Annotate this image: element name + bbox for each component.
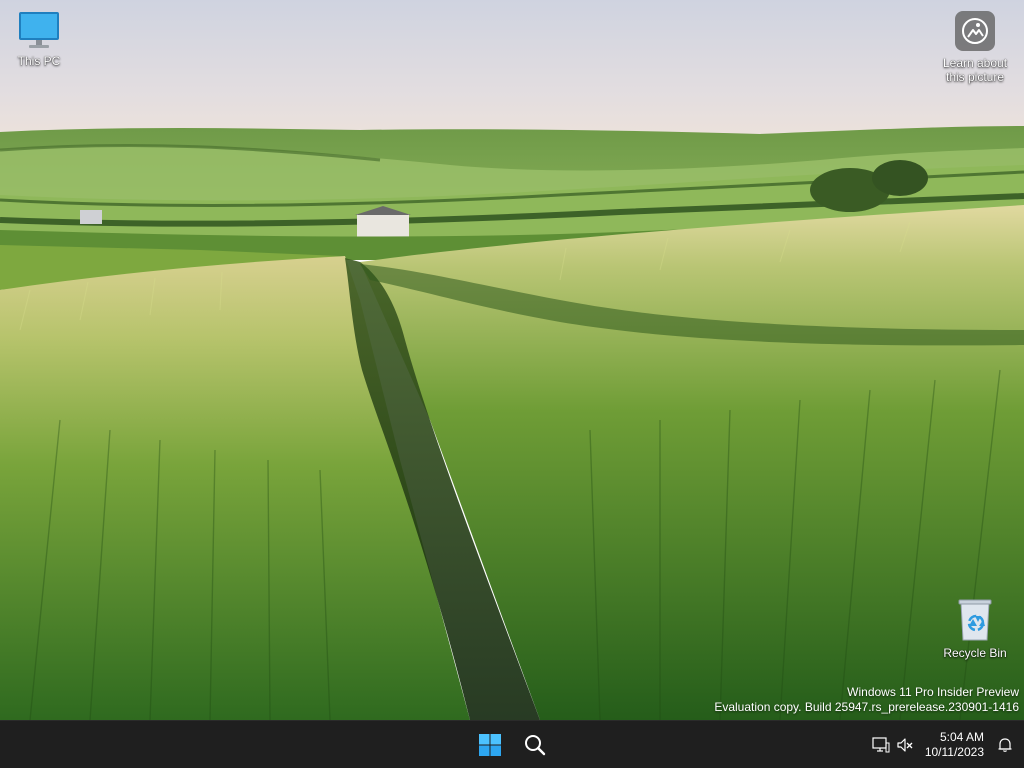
watermark-line-edition: Windows 11 Pro Insider Preview <box>847 685 1019 699</box>
wallpaper-wheat-field <box>0 0 1024 720</box>
windows-logo-icon <box>479 734 501 756</box>
notification-button[interactable] <box>992 725 1018 765</box>
learn-about-picture-desktop-icon[interactable]: Learn about this picture <box>936 10 1014 84</box>
search-icon <box>525 735 546 756</box>
learn-about-picture-label: Learn about this picture <box>942 56 1008 84</box>
evaluation-watermark: Windows 11 Pro Insider Preview Evaluatio… <box>714 685 1019 715</box>
bell-icon <box>998 738 1012 752</box>
volume-muted-icon <box>897 738 913 752</box>
this-pc-label: This PC <box>17 54 61 68</box>
volume-tray-button[interactable] <box>893 725 917 765</box>
watermark-line-build: Evaluation copy. Build 25947.rs_prerelea… <box>714 700 1019 714</box>
this-pc-desktop-icon[interactable]: This PC <box>6 10 72 68</box>
system-tray: 5:04 AM 10/11/2023 <box>869 721 1024 769</box>
network-icon <box>872 737 890 753</box>
recycle-bin-label: Recycle Bin <box>943 646 1007 660</box>
camera-location-icon <box>955 11 995 51</box>
start-button[interactable] <box>470 725 510 765</box>
clock-time: 5:04 AM <box>939 730 984 744</box>
search-button[interactable] <box>515 725 555 765</box>
monitor-icon <box>19 12 59 48</box>
desktop: This PC Learn about this picture Recycle… <box>0 0 1024 720</box>
recycle-bin-icon <box>958 599 992 641</box>
recycle-bin-desktop-icon[interactable]: Recycle Bin <box>940 598 1010 660</box>
clock-button[interactable]: 5:04 AM 10/11/2023 <box>917 730 992 760</box>
taskbar: 5:04 AM 10/11/2023 <box>0 720 1024 768</box>
clock-date: 10/11/2023 <box>924 745 984 759</box>
network-tray-button[interactable] <box>869 725 893 765</box>
